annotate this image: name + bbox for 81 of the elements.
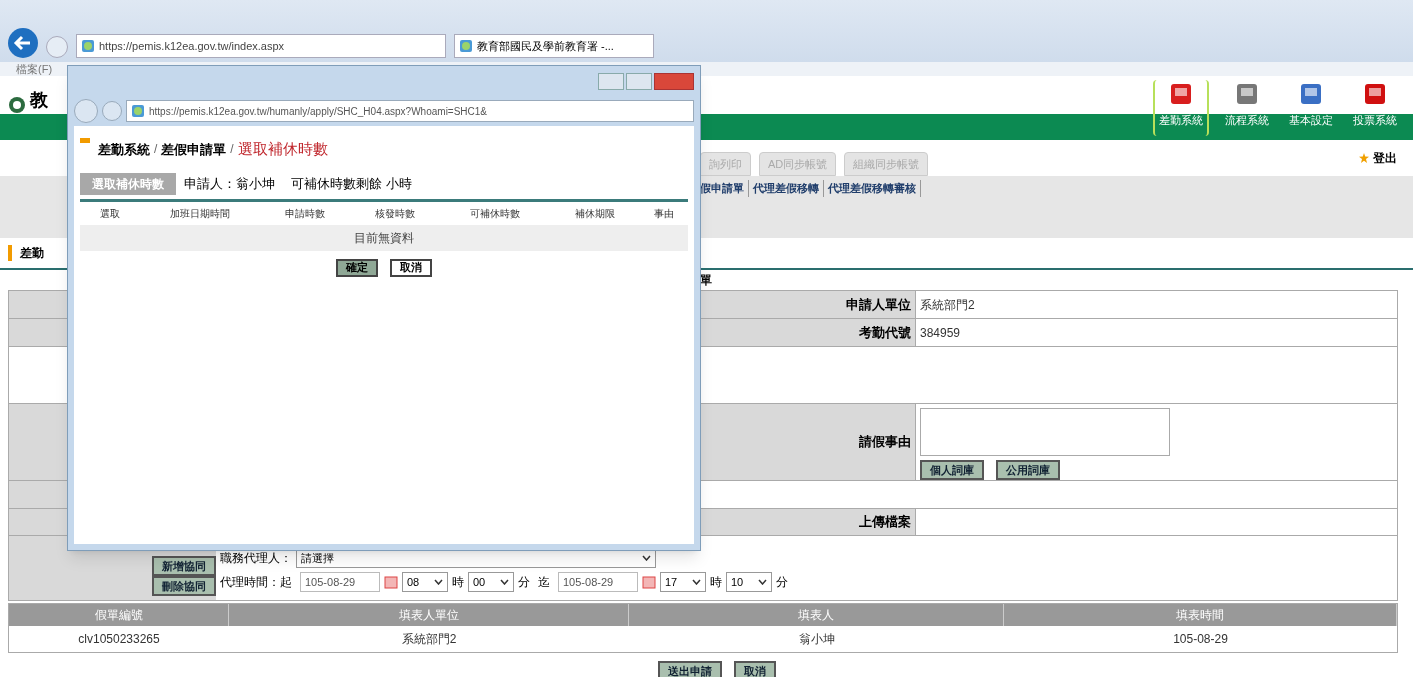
- system-item[interactable]: 流程系統: [1221, 80, 1273, 136]
- unit-label: 時: [452, 574, 464, 591]
- maximize-button[interactable]: [626, 72, 652, 90]
- close-button[interactable]: [654, 72, 694, 90]
- star-icon: [1359, 153, 1369, 163]
- calendar-icon[interactable]: [384, 575, 398, 589]
- remaining-hours-text: 可補休時數剩餘 小時: [291, 174, 412, 193]
- column-header: 填表人單位: [229, 604, 629, 626]
- logo-icon: [8, 96, 26, 114]
- table-cell-text: 105-08-29: [1172, 631, 1229, 648]
- breadcrumb-link[interactable]: 差勤系統: [98, 139, 150, 159]
- breadcrumb-current: 選取補休時數: [237, 139, 328, 159]
- column-header: 加班日期時間: [169, 206, 231, 221]
- column-header: 填表時間: [1004, 604, 1397, 626]
- phrase-button[interactable]: 個人詞庫: [920, 460, 984, 480]
- table-cell-text: 翁小坤: [797, 631, 836, 648]
- calendar-icon[interactable]: [642, 575, 656, 589]
- menu-item[interactable]: 檔案(F): [16, 60, 53, 78]
- applicant-text: 申請人：翁小坤: [184, 174, 275, 193]
- breadcrumb-separator: /: [154, 141, 158, 159]
- chevron-down-icon: [500, 579, 509, 585]
- chevron-down-icon: [692, 579, 701, 585]
- page-title: 差勤: [20, 245, 44, 262]
- to-label: 迄: [538, 574, 550, 591]
- column-header: 假單編號: [9, 604, 229, 626]
- page-icon: [459, 39, 473, 53]
- forward-button[interactable]: [46, 36, 68, 58]
- title-marker: [8, 245, 12, 261]
- unit-label: 分: [518, 574, 530, 591]
- column-header: 申請時數: [284, 206, 326, 221]
- unit-label: 分: [776, 574, 788, 591]
- chevron-down-icon: [434, 579, 443, 585]
- column-header: 補休期限: [574, 206, 616, 221]
- label-cell: [9, 481, 69, 508]
- time-label: 代理時間：起: [220, 574, 292, 591]
- back-button[interactable]: [8, 28, 38, 58]
- unit-label: 時: [710, 574, 722, 591]
- table-cell-text: clv1050233265: [77, 631, 161, 648]
- dialog-button[interactable]: 確定: [336, 258, 378, 277]
- field-value: 系統部門2: [919, 296, 976, 314]
- dropdown[interactable]: 17: [660, 572, 706, 592]
- dialog-button[interactable]: 取消: [390, 258, 432, 277]
- action-button[interactable]: 取消: [733, 661, 776, 677]
- system-item[interactable]: 基本設定: [1285, 80, 1337, 136]
- action-button[interactable]: 送出申請: [657, 661, 722, 677]
- forward-button[interactable]: [102, 101, 122, 121]
- dropdown[interactable]: 10: [726, 572, 772, 592]
- site-title: 教: [30, 89, 48, 112]
- date-field[interactable]: 105-08-29: [300, 572, 380, 592]
- address-bar[interactable]: https://pemis.k12ea.gov.tw/index.aspx: [76, 34, 446, 58]
- browser-tab[interactable]: 教育部國民及學前教育署 -...: [454, 34, 654, 58]
- column-header: 選取: [99, 206, 121, 221]
- column-header: 事由: [653, 206, 675, 221]
- empty-message: 目前無資料: [80, 224, 688, 251]
- breadcrumb-separator: /: [230, 141, 234, 159]
- dropdown[interactable]: 00: [468, 572, 514, 592]
- chevron-down-icon: [642, 555, 651, 561]
- date-field[interactable]: 105-08-29: [558, 572, 638, 592]
- breadcrumb-link[interactable]: 差假申請單: [161, 139, 227, 159]
- column-header: 填表人: [629, 604, 1004, 626]
- collab-button[interactable]: 新增協同: [152, 556, 216, 576]
- collab-button[interactable]: 刪除協同: [152, 576, 216, 596]
- phrase-button[interactable]: 公用詞庫: [996, 460, 1060, 480]
- section-title: 單: [700, 272, 712, 289]
- page-icon: [131, 104, 145, 118]
- column-header: 核發時數: [374, 206, 416, 221]
- logout-link[interactable]: 登出: [1373, 149, 1397, 167]
- agent-label: 職務代理人：: [220, 550, 292, 567]
- address-bar[interactable]: https://pemis.k12ea.gov.tw/humanly/apply/SHC_H04.aspx?Whoami=SHC1&: [126, 100, 694, 122]
- reason-textarea[interactable]: [920, 408, 1170, 456]
- page-icon: [81, 39, 95, 53]
- sub-link[interactable]: 代理差假移轉: [753, 180, 824, 197]
- chevron-down-icon: [758, 579, 767, 585]
- table-cell-text: 系統部門2: [400, 631, 458, 648]
- dropdown[interactable]: 08: [402, 572, 448, 592]
- sub-link[interactable]: 代理差假移轉審核: [828, 180, 921, 197]
- field-value: 384959: [919, 324, 962, 342]
- system-item[interactable]: 投票系統: [1349, 80, 1401, 136]
- column-header: 可補休時數: [469, 206, 521, 221]
- title-marker: [80, 138, 90, 143]
- minimize-button[interactable]: [598, 72, 624, 90]
